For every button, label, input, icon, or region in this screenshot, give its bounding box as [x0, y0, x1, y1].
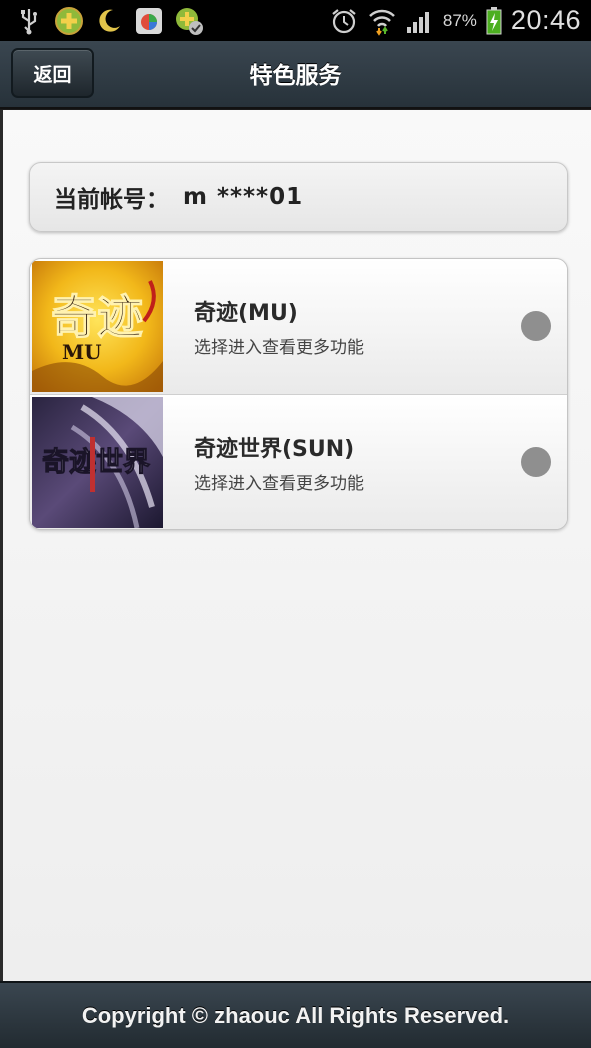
- select-radio-mu[interactable]: [521, 311, 551, 341]
- game-text-mu: 奇迹(MU) 选择进入查看更多功能: [194, 259, 364, 394]
- game-name: 奇迹(MU): [194, 301, 298, 326]
- app-header: 特色服务 返回: [0, 41, 591, 109]
- account-info: 当前帐号： m ****01: [29, 162, 568, 232]
- status-bar-notifications: [0, 6, 204, 36]
- game-check-icon: [174, 6, 204, 36]
- game-name: 奇迹世界(SUN): [194, 437, 355, 462]
- app-icon: [134, 6, 164, 36]
- thumb-title-mu: 奇迹: [51, 290, 143, 344]
- account-label: 当前帐号：: [54, 187, 169, 213]
- alarm-icon: [329, 6, 359, 36]
- copyright-text: Copyright © zhaouc All Rights Reserved.: [81, 1002, 510, 1028]
- game-item-mu[interactable]: 奇迹 MU 奇迹(MU) 选择进入查看更多功能: [30, 259, 567, 394]
- game-thumbnail-sun: 奇迹世界: [32, 397, 163, 528]
- usb-icon: [14, 6, 44, 36]
- account-value: m ****01: [183, 184, 304, 210]
- game-plus-icon: [54, 6, 84, 36]
- clock: 20:46: [510, 5, 581, 35]
- battery-icon: [485, 6, 503, 36]
- game-thumbnail-mu: 奇迹 MU: [32, 261, 163, 392]
- game-list: 奇迹 MU 奇迹(MU) 选择进入查看更多功能 奇迹世界 奇迹世界(SUN) 选…: [29, 258, 568, 530]
- status-bar-system: 87% 20:46: [329, 5, 591, 36]
- moon-icon: [94, 6, 124, 36]
- game-text-sun: 奇迹世界(SUN) 选择进入查看更多功能: [194, 395, 364, 529]
- thumb-title-sun: 奇迹世界: [42, 447, 150, 478]
- thumb-sub-mu: MU: [62, 340, 102, 364]
- footer: Copyright © zhaouc All Rights Reserved.: [0, 981, 591, 1048]
- wifi-icon: [367, 6, 397, 36]
- signal-icon: [405, 6, 435, 36]
- main-content: 当前帐号： m ****01 奇迹 MU 奇迹(MU) 选择进入查看更多功能 奇…: [3, 110, 591, 981]
- select-radio-sun[interactable]: [521, 447, 551, 477]
- game-item-sun[interactable]: 奇迹世界 奇迹世界(SUN) 选择进入查看更多功能: [30, 394, 567, 529]
- game-desc: 选择进入查看更多功能: [194, 474, 364, 494]
- back-button[interactable]: 返回: [11, 48, 94, 98]
- status-bar: 87% 20:46: [0, 0, 591, 41]
- battery-percent: 87%: [442, 10, 477, 30]
- game-desc: 选择进入查看更多功能: [194, 338, 364, 358]
